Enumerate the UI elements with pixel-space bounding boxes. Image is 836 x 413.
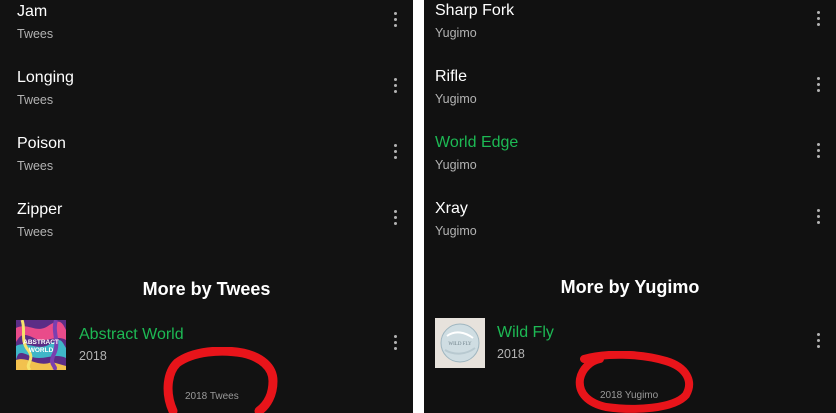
album-title: Wild Fly: [497, 324, 554, 341]
track-row[interactable]: Longing Twees: [0, 66, 413, 132]
track-row[interactable]: Rifle Yugimo: [424, 65, 836, 131]
track-artist: Twees: [17, 27, 54, 41]
album-title: Abstract World: [79, 326, 184, 343]
more-options-icon[interactable]: [387, 332, 403, 356]
track-title: Poison: [17, 135, 66, 152]
more-options-icon[interactable]: [810, 206, 826, 230]
album-year: 2018: [79, 349, 107, 363]
track-row-now-playing[interactable]: World Edge Yugimo: [424, 131, 836, 197]
track-title: Rifle: [435, 68, 468, 85]
track-row[interactable]: Sharp Fork Yugimo: [424, 0, 836, 65]
more-options-icon[interactable]: [810, 74, 826, 98]
footer-text: 2018 Yugimo: [600, 390, 659, 401]
track-title: Sharp Fork: [435, 2, 515, 19]
track-title: Jam: [17, 3, 48, 20]
track-artist: Yugimo: [435, 92, 477, 106]
more-options-icon[interactable]: [810, 8, 826, 32]
album-art-text: WILD FLY: [448, 342, 472, 347]
track-artist: Twees: [17, 93, 54, 107]
track-title: Xray: [435, 200, 468, 217]
track-artist: Yugimo: [435, 26, 477, 40]
album-cover-image: WILD FLY: [435, 318, 485, 368]
track-artist: Twees: [17, 159, 54, 173]
more-options-icon[interactable]: [387, 207, 403, 231]
track-title: Longing: [17, 69, 74, 86]
track-artist: Yugimo: [435, 158, 477, 172]
section-heading: More by Twees: [142, 279, 271, 299]
album-cover-image: ABSTRACT WORLD: [16, 320, 66, 370]
album-art-text: WORLD: [29, 347, 54, 354]
track-artist: Twees: [17, 225, 54, 239]
section-heading: More by Yugimo: [560, 277, 700, 297]
album-row[interactable]: WILD FLY Wild Fly 2018: [424, 318, 836, 370]
track-row[interactable]: Zipper Twees: [0, 198, 413, 264]
album-row[interactable]: ABSTRACT WORLD Abstract World 2018: [0, 320, 413, 372]
track-title: World Edge: [435, 134, 519, 151]
more-options-icon[interactable]: [387, 141, 403, 165]
more-options-icon[interactable]: [387, 75, 403, 99]
track-artist: Yugimo: [435, 224, 477, 238]
album-year: 2018: [497, 347, 525, 361]
album-art-text: ABSTRACT: [23, 339, 59, 346]
right-panel: Sharp Fork Yugimo Rifle Yugimo World Edg…: [424, 0, 836, 413]
left-panel: Jam Twees Longing Twees Poison Twees Zip…: [0, 0, 413, 413]
more-options-icon[interactable]: [810, 330, 826, 354]
more-options-icon[interactable]: [387, 9, 403, 33]
track-row[interactable]: Poison Twees: [0, 132, 413, 198]
more-options-icon[interactable]: [810, 140, 826, 164]
track-row[interactable]: Jam Twees: [0, 0, 413, 66]
track-row[interactable]: Xray Yugimo: [424, 197, 836, 263]
track-title: Zipper: [17, 201, 63, 218]
footer-text: 2018 Twees: [185, 391, 239, 402]
